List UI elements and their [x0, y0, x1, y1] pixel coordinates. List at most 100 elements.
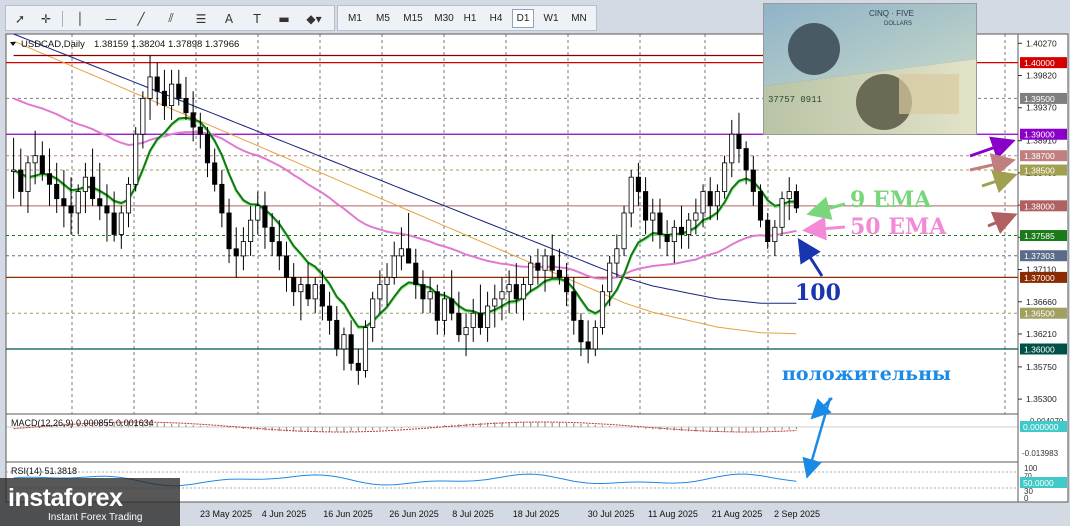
candle-body-27	[204, 133, 211, 164]
candle-body-85	[621, 212, 627, 250]
candle-body-66	[485, 305, 491, 328]
candle-body-80	[585, 341, 591, 350]
candle-body-38	[283, 255, 290, 278]
candle-body-52	[384, 277, 390, 285]
candle-body-56	[413, 262, 419, 285]
candle-body-73	[535, 262, 541, 271]
date-label-2: 16 Jun 2025	[323, 509, 373, 519]
price-level-label-1: 1.39500	[1024, 94, 1055, 104]
candle-body-82	[599, 291, 606, 328]
candle-body-62	[456, 312, 462, 336]
price-tick-label-0: 1.40270	[1026, 38, 1057, 48]
candle-body-72	[528, 262, 534, 285]
candle-body-57	[420, 284, 426, 300]
date-label-3: 26 Jun 2025	[389, 509, 439, 519]
candle-body-45	[334, 319, 340, 350]
candle-body-11	[90, 176, 96, 200]
annotation-100: 100	[795, 280, 841, 306]
photo-note1: CINQ · FIVE	[869, 9, 914, 18]
rsi-label: RSI(14) 51.3818	[11, 466, 77, 476]
candle-body-86	[628, 176, 634, 214]
date-label-7: 11 Aug 2025	[648, 509, 698, 519]
price-tick-label-11: 1.35300	[1026, 394, 1057, 404]
candle-body-63	[463, 327, 469, 336]
candle-body-102	[743, 148, 749, 171]
price-level-label-8: 1.37000	[1024, 273, 1055, 283]
candle-body-18	[140, 98, 146, 135]
candle-body-76	[556, 269, 562, 278]
candle-body-77	[564, 277, 570, 293]
candle-body-39	[291, 277, 297, 293]
candle-body-108	[786, 191, 792, 200]
candle-body-44	[327, 305, 333, 321]
candle-body-100	[729, 133, 735, 164]
price-tick-label-2: 1.39370	[1026, 103, 1057, 113]
candle-body-47	[348, 334, 354, 364]
price-tick-label-1: 1.39820	[1026, 71, 1057, 81]
candle-body-51	[377, 284, 383, 300]
candle-body-105	[765, 219, 771, 243]
price-level-label-10: 1.36000	[1024, 345, 1055, 355]
price-tick-label-8: 1.36660	[1026, 297, 1057, 307]
candle-body-10	[82, 176, 88, 192]
candle-body-58	[427, 291, 433, 300]
watermark-logo: instaforex	[8, 484, 123, 512]
chart-ohlc: 1.38159 1.38204 1.37898 1.37966	[94, 39, 239, 50]
candle-body-2	[25, 162, 31, 192]
candle-body-49	[362, 327, 369, 371]
candle-body-32	[240, 241, 246, 257]
candle-body-9	[75, 191, 81, 214]
candle-body-40	[298, 284, 304, 293]
candle-body-29	[219, 183, 225, 214]
banknotes-image: CINQ · FIVE DOLLARS 37757 0911	[764, 4, 976, 134]
candle-body-101	[736, 133, 742, 149]
candle-body-50	[370, 298, 376, 328]
date-label-1: 4 Jun 2025	[262, 509, 307, 519]
candle-body-5	[46, 173, 53, 185]
candle-body-33	[248, 219, 254, 243]
candle-body-53	[391, 255, 397, 278]
date-label-0: 23 May 2025	[200, 509, 252, 519]
candle-body-26	[197, 126, 203, 135]
date-label-8: 21 Aug 2025	[712, 509, 763, 519]
candle-body-1	[18, 169, 24, 192]
candle-body-78	[571, 291, 577, 321]
candle-body-81	[592, 327, 598, 350]
candle-body-107	[779, 198, 785, 228]
candle-body-3	[32, 155, 38, 164]
candle-body-65	[477, 312, 483, 328]
candle-body-8	[68, 205, 74, 214]
candle-body-90	[657, 212, 663, 235]
date-label-6: 30 Jul 2025	[588, 509, 635, 519]
candle-body-48	[355, 362, 361, 371]
annotation-positive: положительны	[782, 363, 951, 385]
candle-body-67	[492, 298, 498, 307]
candle-body-30	[226, 212, 232, 250]
annotation-9ema: 9 EMA	[850, 187, 932, 213]
candle-body-109	[793, 191, 799, 209]
photo-serial: 37757 0911	[768, 95, 822, 105]
annotation-50ema: 50 EMA	[850, 214, 947, 240]
candle-body-43	[319, 284, 325, 307]
candle-body-60	[441, 298, 448, 321]
candle-body-103	[750, 169, 756, 192]
price-level-label-7: 1.37303	[1024, 251, 1055, 261]
candle-body-24	[183, 98, 189, 114]
price-level-label-5: 1.38000	[1024, 201, 1055, 211]
candle-body-36	[269, 226, 275, 243]
candle-body-19	[147, 76, 153, 99]
price-tick-label-10: 1.35750	[1026, 362, 1057, 372]
candle-body-88	[643, 191, 649, 221]
candle-body-4	[39, 155, 45, 175]
price-tick-label-9: 1.36210	[1026, 329, 1057, 339]
candle-body-16	[125, 183, 132, 214]
candle-body-41	[305, 284, 311, 300]
candle-body-64	[470, 312, 476, 328]
candle-body-31	[233, 248, 239, 257]
price-level-label-9: 1.36500	[1024, 309, 1055, 319]
candle-body-92	[671, 226, 677, 243]
macd-axis-bottom: -0.013983	[1022, 449, 1059, 458]
candle-body-70	[513, 284, 519, 300]
candle-body-89	[650, 212, 656, 221]
candle-body-15	[118, 212, 124, 235]
